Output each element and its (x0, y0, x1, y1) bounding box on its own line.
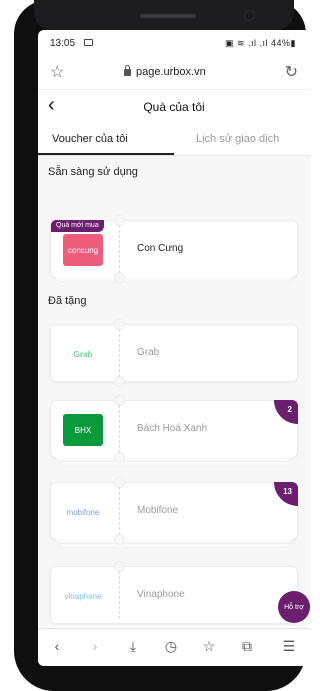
voucher-name: Grab (137, 347, 160, 358)
new-purchase-badge: Quà mới mua (51, 220, 104, 232)
grab-logo: Grab (63, 338, 103, 370)
voucher-name: Vinaphone (137, 589, 185, 600)
tabs-icon[interactable]: ⧉ (236, 638, 258, 655)
voucher-card-vinaphone[interactable]: vinaphone Vinaphone (50, 561, 298, 624)
bookmark-star-icon[interactable]: ☆ (50, 62, 64, 82)
card-notch (114, 534, 125, 545)
card-divider (119, 571, 120, 619)
bachhoaxanh-logo: BHX (63, 414, 103, 446)
download-icon[interactable]: ⤓ (122, 638, 144, 655)
support-button[interactable]: Hỗ trợ (278, 591, 310, 623)
status-time: 13:05 (50, 38, 76, 49)
section-ready-title: Sẵn sàng sử dụng (48, 166, 138, 178)
bookmarks-icon[interactable]: ☆ (198, 638, 220, 655)
status-bar: 13:05 ▣ ≋ .ıl .ıl 44%▮ (38, 30, 310, 56)
phone-speaker (140, 14, 196, 18)
card-stack (59, 462, 289, 466)
voucher-count-badge: 2 (274, 400, 298, 424)
voucher-name: Mobifone (137, 505, 179, 516)
reload-icon[interactable]: ↻ (285, 62, 298, 82)
card-notch (114, 272, 125, 283)
voucher-card-bachhoaxanh[interactable]: BHX Bách Hoá Xanh 2 (50, 395, 298, 466)
mobifone-logo: mobifone (63, 496, 103, 528)
tab-my-vouchers[interactable]: Voucher của tôi (52, 133, 128, 145)
url-text[interactable]: page.urbox.vn (136, 66, 206, 78)
lock-icon (124, 65, 131, 76)
card-stack (55, 277, 293, 282)
vinaphone-logo: vinaphone (63, 580, 103, 612)
card-divider (119, 329, 120, 377)
voucher-name: Bách Hoá Xanh (137, 423, 208, 434)
voucher-name: Con Cưng (137, 243, 184, 254)
tab-transaction-history[interactable]: Lịch sử giao dịch (196, 133, 279, 145)
history-icon[interactable]: ◷ (160, 638, 182, 655)
active-tab-indicator (38, 153, 174, 155)
card-divider (119, 487, 120, 535)
card-notch (114, 376, 125, 387)
browser-bottom-nav: ‹ › ⤓ ◷ ☆ ⧉ ☰ (38, 628, 310, 666)
concung-logo: concung (63, 234, 103, 266)
phone-camera (244, 10, 255, 21)
card-divider (119, 225, 120, 273)
page-title: Quà của tôi (143, 100, 205, 114)
forward-nav-icon[interactable]: › (84, 638, 106, 654)
voucher-card-concung[interactable]: Quà mới mua concung Con Cưng (50, 215, 298, 283)
section-gifted-title: Đã tặng (48, 295, 87, 307)
image-notification-icon (84, 39, 93, 46)
phone-frame: 13:05 ▣ ≋ .ıl .ıl 44%▮ ☆ page.urbox.vn ↻… (14, 0, 310, 691)
screen: 13:05 ▣ ≋ .ıl .ıl 44%▮ ☆ page.urbox.vn ↻… (38, 30, 310, 666)
voucher-count-badge: 13 (274, 482, 298, 506)
back-nav-icon[interactable]: ‹ (46, 638, 68, 654)
voucher-card-grab[interactable]: Grab Grab (50, 319, 298, 387)
voucher-card-mobifone[interactable]: mobifone Mobifone 13 (50, 477, 298, 548)
card-stack (59, 544, 289, 548)
card-divider (119, 405, 120, 453)
status-indicators: ▣ ≋ .ıl .ıl 44%▮ (224, 38, 296, 48)
tab-bar: Voucher của tôi Lịch sử giao dịch (38, 126, 310, 156)
browser-url-bar: ☆ page.urbox.vn ↻ (38, 56, 310, 90)
menu-icon[interactable]: ☰ (278, 638, 300, 655)
page-header: ‹ Quà của tôi (38, 90, 310, 124)
card-notch (114, 452, 125, 463)
